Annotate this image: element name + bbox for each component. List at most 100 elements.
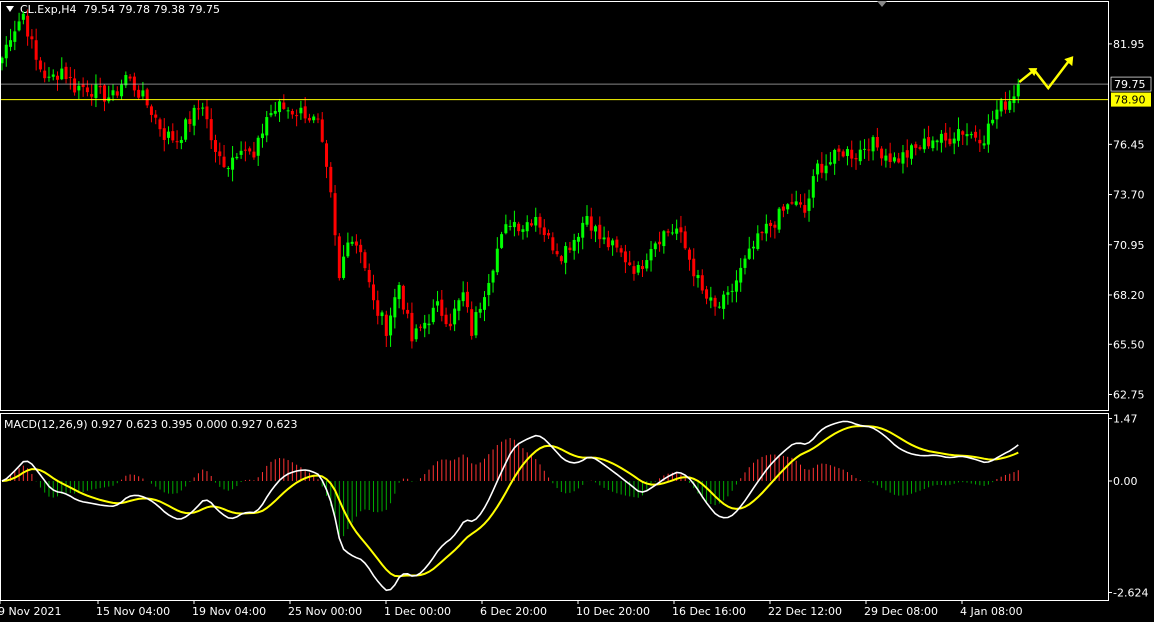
candle <box>26 9 30 46</box>
candle-body <box>30 36 34 40</box>
candle <box>73 69 77 96</box>
candle <box>679 215 683 243</box>
candle-body <box>649 248 653 261</box>
candle <box>243 141 247 162</box>
candle-body <box>145 89 149 106</box>
candle-body <box>235 156 239 159</box>
candle-body <box>269 113 273 116</box>
candle <box>764 214 768 242</box>
candle-body <box>743 258 747 268</box>
candle-body <box>875 136 879 148</box>
candle-body <box>4 44 8 59</box>
candle <box>307 113 311 123</box>
candle-body <box>94 84 98 98</box>
candle-body <box>158 119 162 130</box>
candle-body <box>209 119 213 141</box>
candle-body <box>880 148 884 159</box>
candle-body <box>542 227 546 236</box>
candle <box>269 104 273 118</box>
candle-body <box>628 262 632 266</box>
candle-body <box>730 290 734 292</box>
candle-body <box>670 232 674 234</box>
candle-body <box>658 241 662 245</box>
candle <box>286 107 290 119</box>
candle <box>337 233 341 281</box>
candle-body <box>312 116 316 121</box>
candle-body <box>581 222 585 238</box>
candle-body <box>892 157 896 162</box>
candle-body <box>905 150 909 158</box>
candle <box>781 203 785 218</box>
candle <box>51 69 55 81</box>
candle-body <box>922 138 926 150</box>
candle <box>1012 85 1016 113</box>
candle-body <box>448 323 452 327</box>
candle-body <box>611 240 615 246</box>
candle <box>905 139 909 168</box>
candle <box>453 299 457 332</box>
candle <box>196 99 200 120</box>
candle-body <box>393 297 397 318</box>
candle <box>999 97 1003 117</box>
candle-body <box>418 326 422 328</box>
price-panel-frame <box>0 1 1109 411</box>
candle <box>794 190 798 207</box>
candle-body <box>154 114 158 118</box>
candle-body <box>397 284 401 300</box>
candle <box>205 99 209 129</box>
candle-body <box>98 86 102 88</box>
candle-body <box>444 314 448 325</box>
candle-body <box>705 289 709 299</box>
candle-body <box>239 150 243 155</box>
candle <box>594 224 598 243</box>
candle-body <box>598 224 602 240</box>
candle <box>201 102 205 116</box>
candle <box>756 225 760 251</box>
candle <box>747 236 751 260</box>
candle-body <box>918 147 922 149</box>
candle <box>726 286 730 305</box>
candle <box>974 125 978 142</box>
candle-body <box>376 300 380 316</box>
candle <box>440 289 444 322</box>
candle-body <box>51 74 55 77</box>
candle-body <box>858 149 862 162</box>
candle <box>487 274 491 307</box>
candle-body <box>931 140 935 149</box>
candle <box>329 162 333 198</box>
candle-body <box>679 227 683 233</box>
candle-body <box>427 323 431 326</box>
candle-body <box>777 208 781 230</box>
candle-body <box>457 300 461 311</box>
candle <box>564 242 568 275</box>
candle <box>248 146 252 155</box>
candle-body <box>299 107 303 114</box>
candle <box>837 144 841 161</box>
candle <box>568 241 572 253</box>
candle <box>295 109 299 127</box>
candle <box>717 301 721 309</box>
candle-body <box>781 206 785 211</box>
candle <box>124 71 128 89</box>
candle <box>427 314 431 335</box>
candle-body <box>619 248 623 253</box>
candle <box>111 84 115 102</box>
candle <box>606 230 610 251</box>
candle-body <box>538 216 542 228</box>
candle <box>397 282 401 309</box>
candle-body <box>175 141 179 143</box>
candle <box>683 225 687 250</box>
candle-body <box>841 151 845 157</box>
candle <box>320 112 324 143</box>
candle-body <box>1003 101 1007 110</box>
candle <box>465 281 469 313</box>
candle <box>551 232 555 255</box>
candle-body <box>850 149 854 159</box>
chart-canvas[interactable]: 81.95 76.45 73.70 70.95 68.20 65.50 62.75 79.75… <box>0 0 1154 622</box>
candle-body <box>9 40 13 47</box>
candle <box>342 245 346 280</box>
candle <box>290 108 294 119</box>
candle-body <box>260 133 264 139</box>
candle <box>863 139 867 159</box>
candle <box>709 286 713 309</box>
